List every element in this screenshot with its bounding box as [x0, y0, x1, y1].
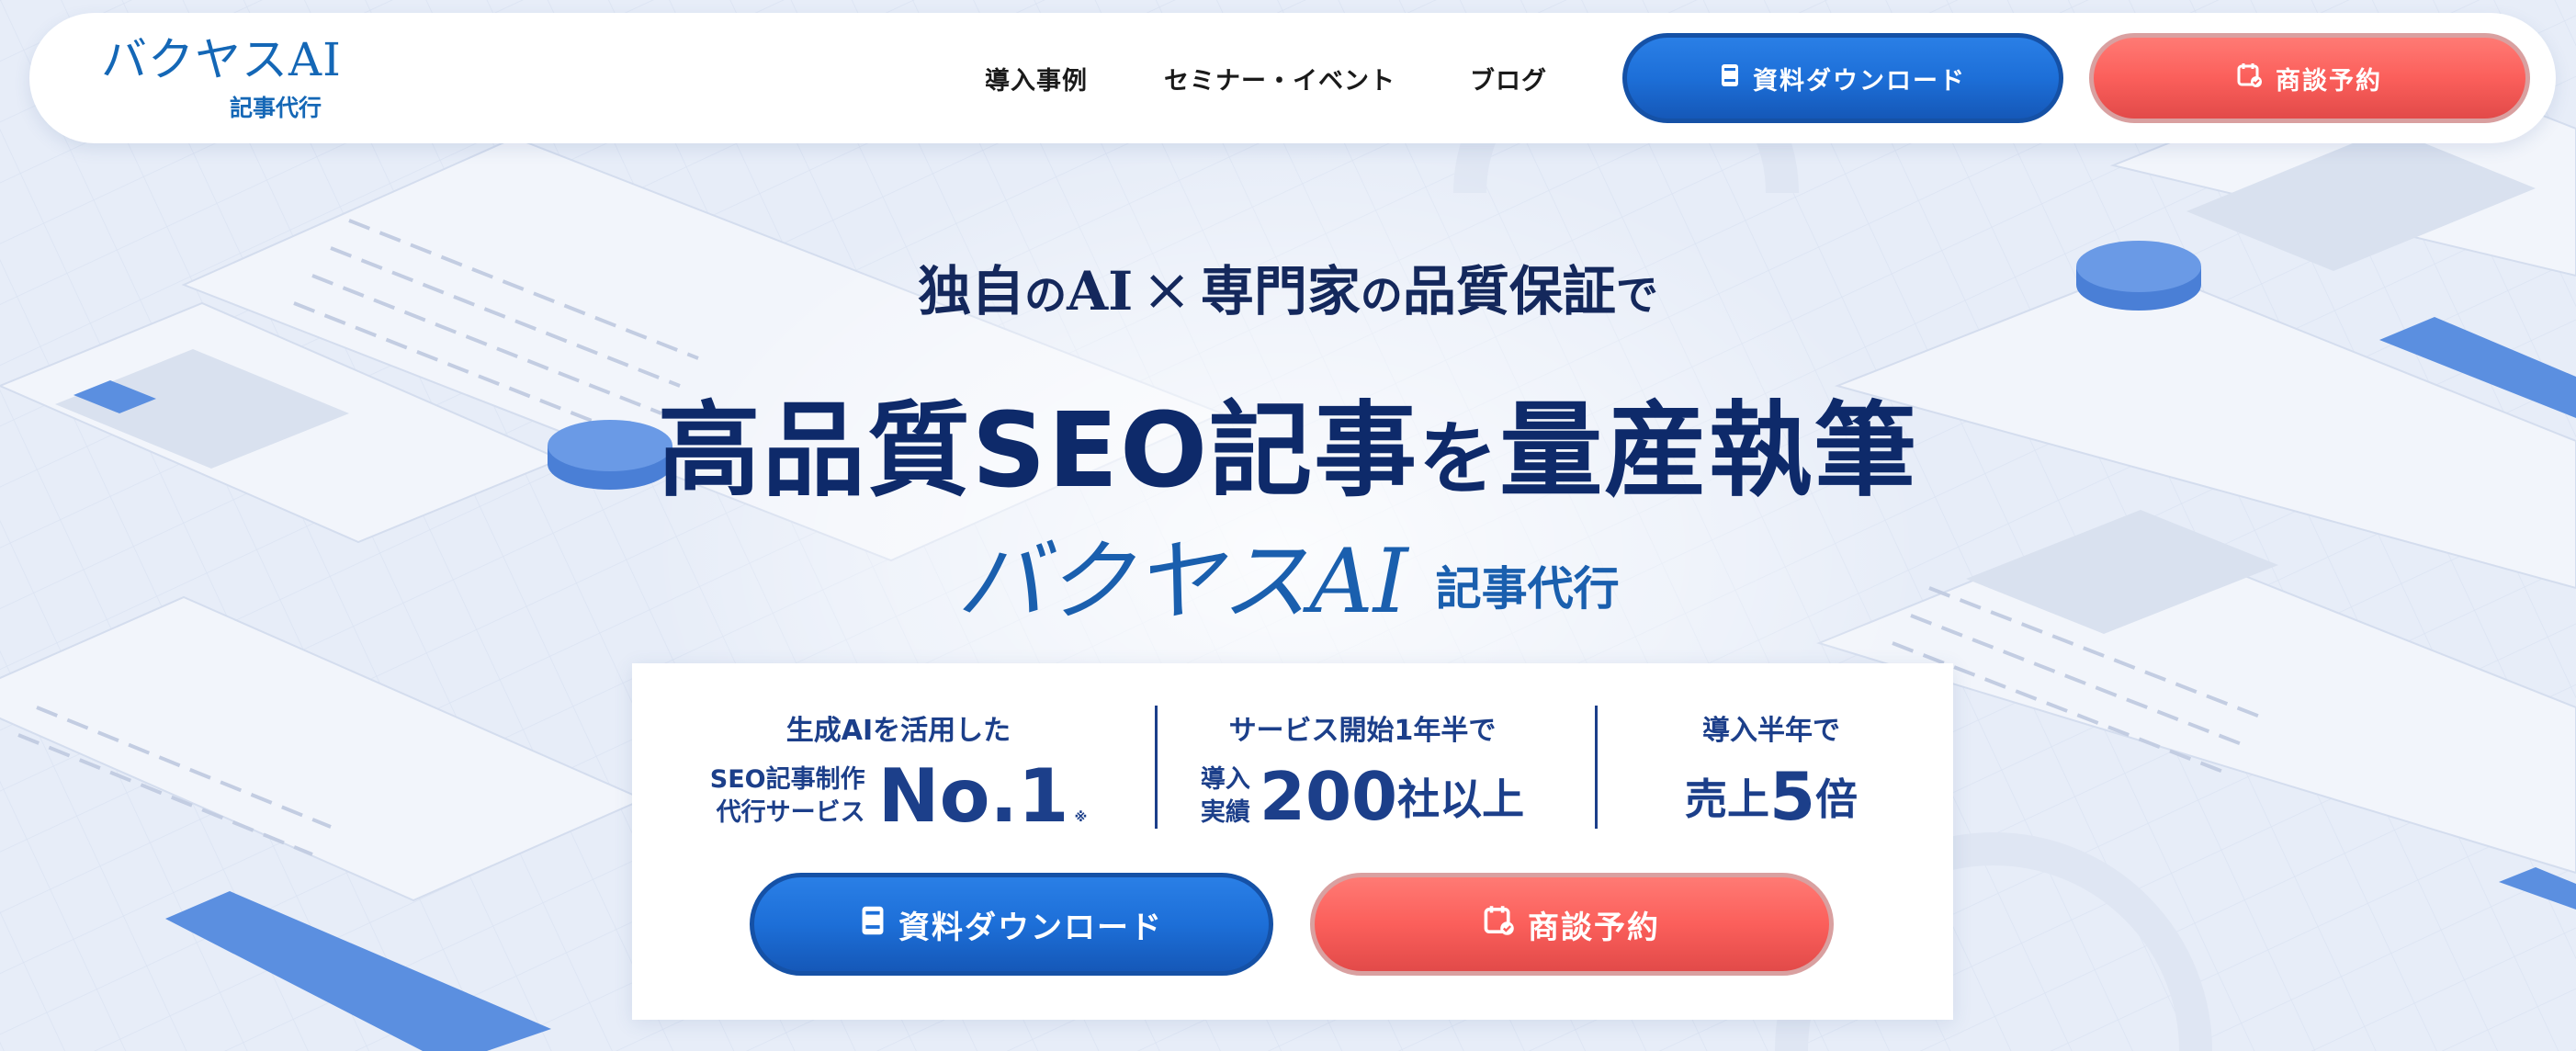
tagline-text: 独自 — [918, 260, 1025, 322]
logo-wordmark: バクヤスAI — [101, 33, 342, 86]
brand-wordmark: バクヤスAI — [956, 530, 1408, 633]
tagline-cross: × — [1142, 256, 1192, 324]
nav-item-case-studies[interactable]: 導入事例 — [985, 61, 1088, 96]
cta-download-button[interactable]: 資料ダウンロード — [750, 873, 1273, 976]
stat-no1: 生成AIを活用した SEO記事制作 代行サービス No.1 ※ — [710, 707, 1087, 839]
stat-caption: 導入半年で — [1702, 715, 1840, 747]
headline-text: 高品質SEO記事 — [657, 391, 1419, 511]
stat-label: 導入 — [1200, 765, 1250, 794]
calendar-check-icon — [1484, 905, 1515, 944]
stat-footnote-mark: ※ — [1074, 810, 1088, 825]
header-download-label: 資料ダウンロード — [1753, 66, 1966, 96]
document-icon — [1720, 63, 1740, 94]
stat-caption: 生成AIを活用した — [785, 715, 1011, 747]
hero-brand: バクヤスAI 記事代行 — [0, 510, 2576, 638]
stat-caption: サービス開始1年半で — [1228, 715, 1497, 747]
headline-text: 量産執筆 — [1499, 391, 1919, 511]
tagline-text: の — [1360, 270, 1403, 320]
stat-label: SEO記事制作 — [709, 765, 865, 794]
brand-subtitle: 記事代行 — [1435, 562, 1620, 616]
calendar-check-icon — [2237, 62, 2263, 95]
stat-value: 200 — [1259, 758, 1398, 835]
nav-item-blog[interactable]: ブログ — [1470, 61, 1547, 96]
site-header: バクヤスAI 記事代行 導入事例 セミナー・イベント ブログ 資料ダウンロード … — [29, 13, 2556, 143]
header-meeting-button[interactable]: 商談予約 — [2089, 33, 2530, 123]
site-logo[interactable]: バクヤスAI 記事代行 — [101, 33, 342, 121]
stat-value: No.1 — [877, 753, 1069, 839]
tagline-text: 専門家 — [1200, 260, 1361, 322]
nav-item-seminars-events[interactable]: セミナー・イベント — [1164, 61, 1395, 96]
stat-suffix: 社以上 — [1397, 774, 1525, 824]
tagline-text: の — [1024, 270, 1068, 320]
document-icon — [860, 905, 886, 944]
stat-label: 代行サービス — [716, 798, 865, 827]
hero-tagline: 独自のAI × 専門家の品質保証で — [0, 248, 2576, 325]
headline-text: を — [1418, 413, 1500, 505]
stat-prefix: 売上 — [1684, 774, 1769, 824]
stat-value: 5 — [1768, 758, 1816, 835]
hero-headline: 高品質SEO記事を量産執筆 — [0, 367, 2576, 516]
cta-download-label: 資料ダウンロード — [898, 909, 1163, 946]
stat-revenue: 導入半年で 売上 5 倍 — [1624, 707, 1918, 838]
tagline-text: で — [1615, 270, 1658, 320]
stat-suffix: 倍 — [1815, 774, 1859, 824]
stats-card: 生成AIを活用した SEO記事制作 代行サービス No.1 ※ サービス開始1年… — [632, 663, 1953, 1020]
tagline-text: 品質保証 — [1402, 260, 1616, 322]
cta-meeting-button[interactable]: 商談予約 — [1310, 873, 1834, 976]
stat-label: 実績 — [1200, 798, 1250, 827]
stat-divider — [1595, 706, 1598, 829]
tagline-text: AI — [1067, 260, 1134, 322]
cta-meeting-label: 商談予約 — [1528, 909, 1660, 946]
logo-subtitle: 記事代行 — [230, 95, 322, 121]
header-meeting-label: 商談予約 — [2276, 66, 2382, 96]
stat-adoption: サービス開始1年半で 導入 実績 200 社以上 — [1188, 707, 1537, 838]
stat-divider — [1155, 706, 1158, 829]
header-download-button[interactable]: 資料ダウンロード — [1622, 33, 2063, 123]
